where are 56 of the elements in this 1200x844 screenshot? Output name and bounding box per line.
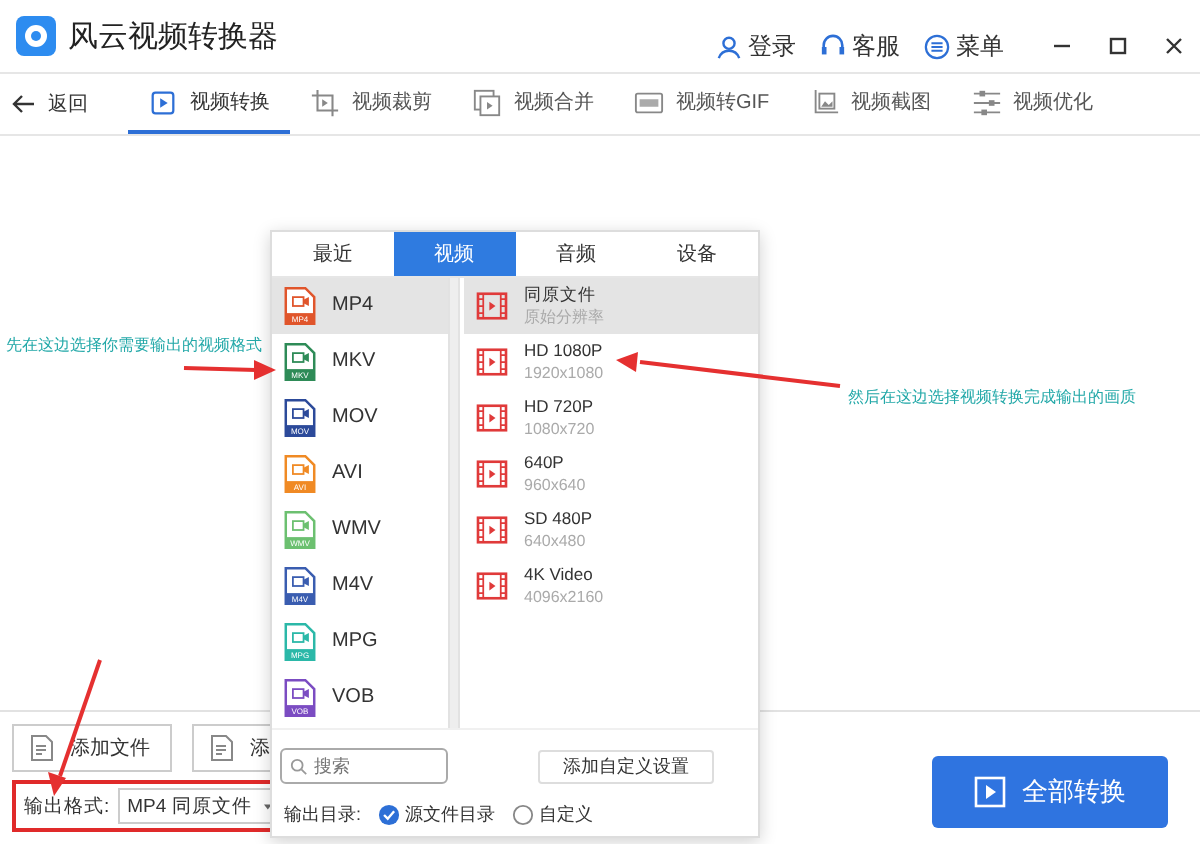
radio-icon[interactable] [511, 804, 534, 827]
header-action[interactable]: 客服 [820, 29, 900, 63]
radio-option[interactable]: 自定义 [511, 802, 594, 829]
film-icon [476, 347, 508, 376]
film-icon [476, 571, 508, 600]
play-icon [974, 776, 1006, 808]
search-field[interactable]: 搜索 [280, 748, 448, 785]
preset-item[interactable]: HD 720P 1080x720 [464, 389, 758, 446]
category-tab[interactable]: 视频 [393, 232, 515, 276]
add-file-button[interactable]: 添 [192, 724, 272, 772]
nav-tab[interactable]: 视频优化 [951, 74, 1114, 134]
add-custom-setting-button[interactable]: 添加自定义设置 [538, 749, 714, 784]
convert-all-button[interactable]: 全部转换 [932, 756, 1168, 828]
tab-icon [809, 87, 840, 117]
preset-item[interactable]: 同原文件 原始分辨率 [464, 277, 758, 334]
tab-icon [472, 87, 502, 117]
annotation-arrow [183, 360, 276, 380]
category-tab[interactable]: 最近 [272, 232, 394, 276]
headset-icon [820, 33, 846, 59]
category-tab[interactable]: 音频 [515, 232, 637, 276]
app-logo-icon [16, 16, 56, 56]
back-button[interactable]: 返回 [12, 74, 88, 134]
maximize-icon[interactable] [1108, 36, 1128, 56]
film-icon [476, 515, 508, 544]
menu-icon [924, 33, 950, 59]
film-icon [476, 403, 508, 432]
radio-option[interactable]: 源文件目录 [377, 802, 496, 829]
back-arrow-icon [12, 94, 36, 114]
preset-item[interactable]: 640P 960x640 [464, 445, 758, 502]
user-icon [716, 33, 742, 59]
document-icon [30, 734, 54, 762]
nav-tab[interactable]: 视频转换 [128, 74, 290, 134]
radio-icon[interactable] [377, 804, 400, 827]
annotation-text: 先在这边选择你需要输出的视频格式 [6, 334, 262, 356]
preset-item[interactable]: HD 1080P 1920x1080 [464, 333, 758, 390]
output-format-label: 输出格式: [24, 793, 110, 819]
preset-item[interactable]: SD 480P 640x480 [464, 501, 758, 558]
preset-item[interactable]: 4K Video 4096x2160 [464, 557, 758, 614]
close-icon[interactable] [1164, 36, 1184, 56]
output-dir-label: 输出目录: [284, 802, 362, 829]
film-icon [476, 459, 508, 488]
nav-tab[interactable]: 视频合并 [452, 74, 614, 134]
document-icon [210, 734, 234, 762]
tab-icon [971, 87, 1002, 117]
annotation-text: 然后在这边选择视频转换完成输出的画质 [848, 386, 1136, 408]
film-icon [476, 291, 508, 320]
tab-icon [634, 87, 664, 117]
window-title: 风云视频转换器 [68, 17, 278, 55]
nav-tab[interactable]: 视频裁剪 [290, 74, 452, 134]
category-tab[interactable]: 设备 [636, 232, 758, 276]
nav-tab[interactable]: 视频转GIF [614, 74, 790, 134]
tab-icon [148, 87, 178, 117]
tab-icon [310, 87, 340, 117]
header-action[interactable]: 登录 [716, 29, 796, 63]
nav-tab[interactable]: 视频截图 [789, 74, 952, 134]
header-action[interactable]: 菜单 [924, 29, 1004, 63]
